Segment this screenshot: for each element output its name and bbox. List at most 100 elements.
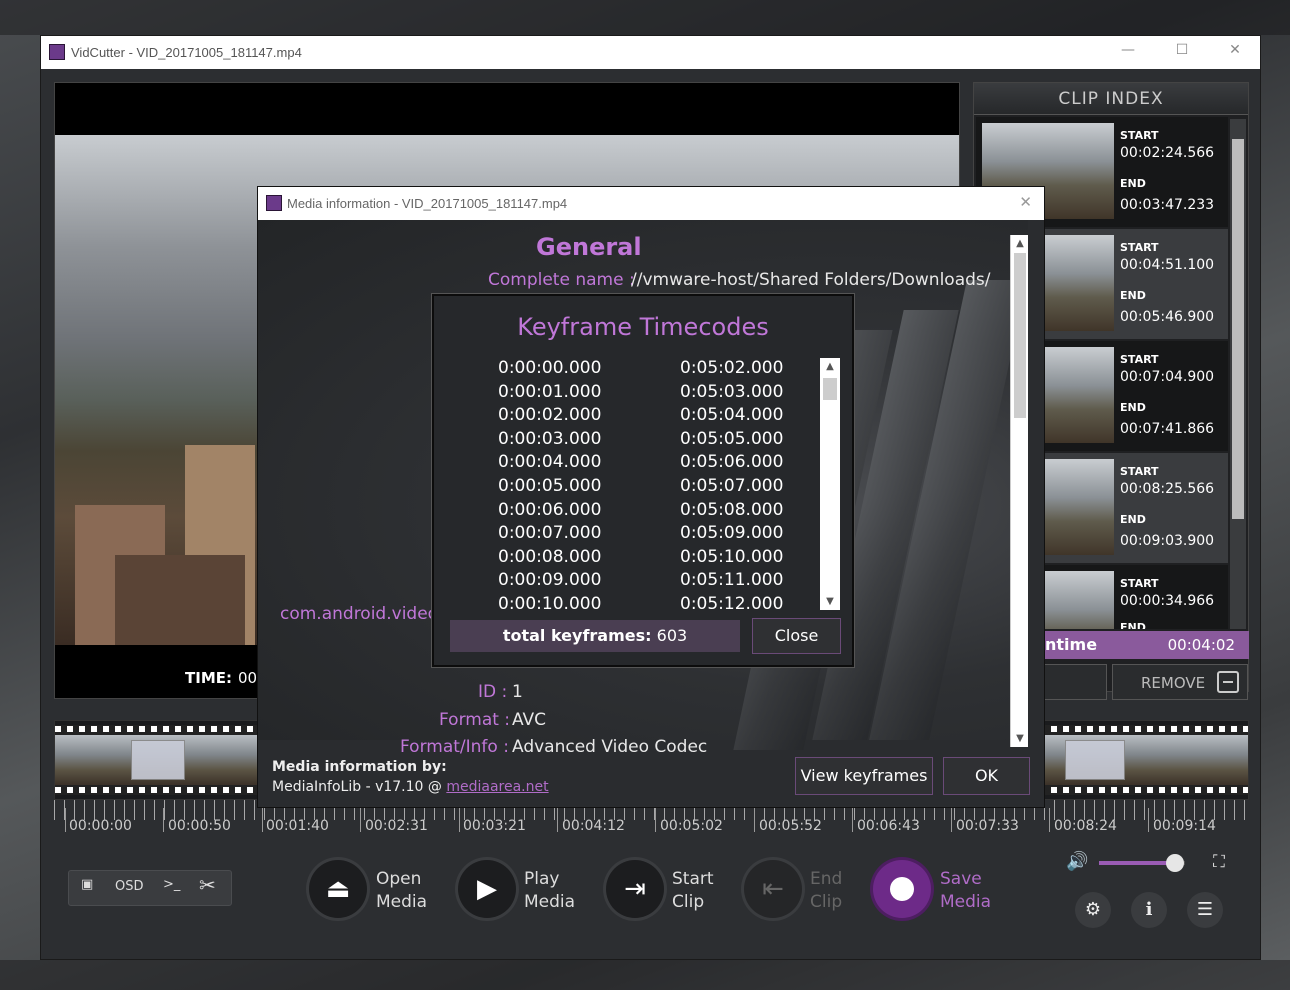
keyframe-list[interactable]: 0:00:00.000 0:05:02.000 0:00:01.000 0:05:03… bbox=[452, 358, 838, 612]
clip-end-time: 00:07:41.866 bbox=[1120, 421, 1215, 437]
scroll-up-icon[interactable]: ▲ bbox=[820, 361, 840, 372]
android-value: com.android.video bbox=[280, 604, 439, 624]
scroll-down-icon[interactable]: ▼ bbox=[1011, 733, 1029, 744]
end-clip-button[interactable]: ⇤ bbox=[744, 860, 802, 918]
keyframe-row: 0:00:07.000 0:05:09.000 bbox=[452, 523, 822, 546]
keyframe-timecode: 0:00:06.000 bbox=[498, 499, 602, 520]
complete-name-value: //vmware-host/Shared Folders/Downloads/ bbox=[631, 270, 991, 290]
close-button[interactable]: ✕ bbox=[1224, 42, 1246, 62]
osd-toggle[interactable]: OSD bbox=[115, 879, 144, 894]
clip-start-time: 00:08:25.566 bbox=[1120, 481, 1215, 497]
keyframe-timecode: 0:00:08.000 bbox=[498, 546, 602, 567]
format-value: AVC bbox=[512, 710, 547, 730]
tool-button-group: ▣ OSD >_ ✂ bbox=[68, 870, 232, 906]
keyframe-timecode: 0:00:04.000 bbox=[498, 452, 602, 473]
total-keyframes: total keyframes: 603 bbox=[450, 620, 740, 652]
screenshot-icon[interactable]: ▣ bbox=[81, 877, 93, 892]
keyframe-dialog: Keyframe Timecodes 0:00:00.000 0:05:02.00… bbox=[432, 294, 854, 667]
keyframe-row: 0:00:03.000 0:05:05.000 bbox=[452, 429, 822, 452]
cut-icon[interactable]: ✂ bbox=[199, 873, 216, 897]
ok-button[interactable]: OK bbox=[943, 757, 1030, 795]
clip-end-label: END bbox=[1120, 401, 1146, 414]
clip-end-time: 00:03:47.233 bbox=[1120, 197, 1215, 213]
keyframe-row: 0:00:09.000 0:05:11.000 bbox=[452, 570, 822, 593]
id-key: ID : bbox=[478, 682, 508, 702]
fullscreen-icon[interactable]: ⛶ bbox=[1213, 852, 1225, 872]
close-button[interactable]: Close bbox=[752, 618, 841, 654]
window-titlebar[interactable]: VidCutter - VID_20171005_181147.mp4 — ☐ … bbox=[41, 36, 1260, 69]
play-media-button[interactable]: ▶ bbox=[458, 860, 516, 918]
timeline-label: 00:07:33 bbox=[956, 818, 1019, 834]
keyframe-timecode: 0:00:05.000 bbox=[498, 476, 602, 496]
save-media-button[interactable] bbox=[873, 860, 931, 918]
total-keyframes-value: 603 bbox=[656, 626, 688, 645]
timeline-label: 00:00:00 bbox=[69, 818, 132, 834]
keyframe-row: 0:00:00.000 0:05:02.000 bbox=[452, 358, 822, 381]
clip-index-button[interactable] bbox=[1041, 664, 1107, 700]
play-icon: ▶ bbox=[477, 874, 497, 904]
dialog-close-icon[interactable]: ✕ bbox=[1019, 193, 1032, 211]
play-label-line2: Media bbox=[524, 892, 576, 912]
eject-icon: ⏏ bbox=[325, 874, 351, 904]
minimize-button[interactable]: — bbox=[1117, 42, 1139, 62]
timeline-tick bbox=[951, 808, 952, 832]
keyframe-title: Keyframe Timecodes bbox=[517, 313, 769, 341]
complete-name-key: Complete name : bbox=[488, 270, 635, 290]
timeline-label: 00:05:52 bbox=[759, 818, 822, 834]
media-info-credit-title: Media information by: bbox=[272, 759, 447, 775]
keyframe-timecode: 0:05:03.000 bbox=[680, 381, 784, 402]
open-media-button[interactable]: ⏏ bbox=[309, 860, 367, 918]
scrollbar-thumb[interactable] bbox=[823, 378, 837, 400]
timeline-label: 00:01:40 bbox=[266, 818, 329, 834]
timeline-tick bbox=[360, 808, 361, 832]
remove-button[interactable]: REMOVE bbox=[1112, 664, 1248, 700]
clip-end-label: END bbox=[1120, 621, 1146, 629]
timeline-label: 00:03:21 bbox=[463, 818, 526, 834]
scroll-up-icon[interactable]: ▲ bbox=[1011, 238, 1029, 249]
menu-icon[interactable]: ☰ bbox=[1187, 892, 1223, 928]
keyframe-timecode: 0:00:00.000 bbox=[498, 358, 602, 378]
end-label-line1: End bbox=[810, 869, 843, 889]
runtime-label: ntime bbox=[1045, 635, 1098, 654]
keyframe-scrollbar[interactable]: ▲ ▼ bbox=[820, 358, 840, 610]
clip-selection-marker[interactable] bbox=[131, 740, 185, 780]
clip-start-time: 00:02:24.566 bbox=[1120, 145, 1215, 161]
timeline-tick bbox=[1148, 808, 1149, 832]
clip-selection-marker[interactable] bbox=[1065, 740, 1125, 780]
clip-end-label: END bbox=[1120, 177, 1146, 190]
open-label-line1: Open bbox=[376, 869, 422, 889]
start-label-line2: Clip bbox=[672, 892, 705, 912]
scrollbar-thumb[interactable] bbox=[1232, 139, 1244, 519]
start-clip-button[interactable]: ⇥ bbox=[606, 860, 664, 918]
info-icon[interactable]: i bbox=[1131, 892, 1167, 928]
window-title: VidCutter - VID_20171005_181147.mp4 bbox=[71, 45, 302, 60]
volume-handle[interactable] bbox=[1165, 854, 1184, 872]
minus-icon bbox=[1217, 671, 1239, 693]
keyframe-timecode: 0:05:05.000 bbox=[680, 428, 784, 449]
timeline-tick bbox=[557, 808, 558, 832]
app-icon bbox=[49, 44, 65, 60]
volume-icon[interactable]: 🔊 bbox=[1066, 851, 1088, 872]
time-value: 00 bbox=[238, 669, 258, 687]
clip-start-label: START bbox=[1120, 353, 1159, 366]
start-label-line1: Start bbox=[672, 869, 714, 889]
maximize-button[interactable]: ☐ bbox=[1171, 42, 1193, 62]
timeline-tick bbox=[65, 808, 66, 832]
console-icon[interactable]: >_ bbox=[163, 877, 180, 892]
view-keyframes-button[interactable]: View keyframes bbox=[795, 757, 933, 795]
clip-end-label: END bbox=[1120, 289, 1146, 302]
clip-start-time: 00:07:04.900 bbox=[1120, 369, 1215, 385]
volume-fill bbox=[1099, 861, 1175, 865]
timeline-tick bbox=[1049, 808, 1050, 832]
scroll-down-icon[interactable]: ▼ bbox=[820, 596, 840, 607]
scrollbar-thumb[interactable] bbox=[1014, 253, 1026, 418]
media-info-scrollbar[interactable]: ▲ ▼ bbox=[1010, 235, 1028, 747]
timeline-label: 00:04:12 bbox=[562, 818, 625, 834]
clip-index-scrollbar[interactable] bbox=[1230, 119, 1246, 629]
timeline-tick bbox=[163, 808, 164, 832]
keyframe-timecode: 0:05:10.000 bbox=[680, 546, 784, 567]
settings-icon[interactable]: ⚙ bbox=[1075, 892, 1111, 928]
mediaarea-link[interactable]: mediaarea.net bbox=[446, 779, 548, 795]
dialog-titlebar[interactable]: Media information - VID_20171005_181147.… bbox=[258, 187, 1044, 220]
volume-slider[interactable] bbox=[1099, 854, 1185, 872]
